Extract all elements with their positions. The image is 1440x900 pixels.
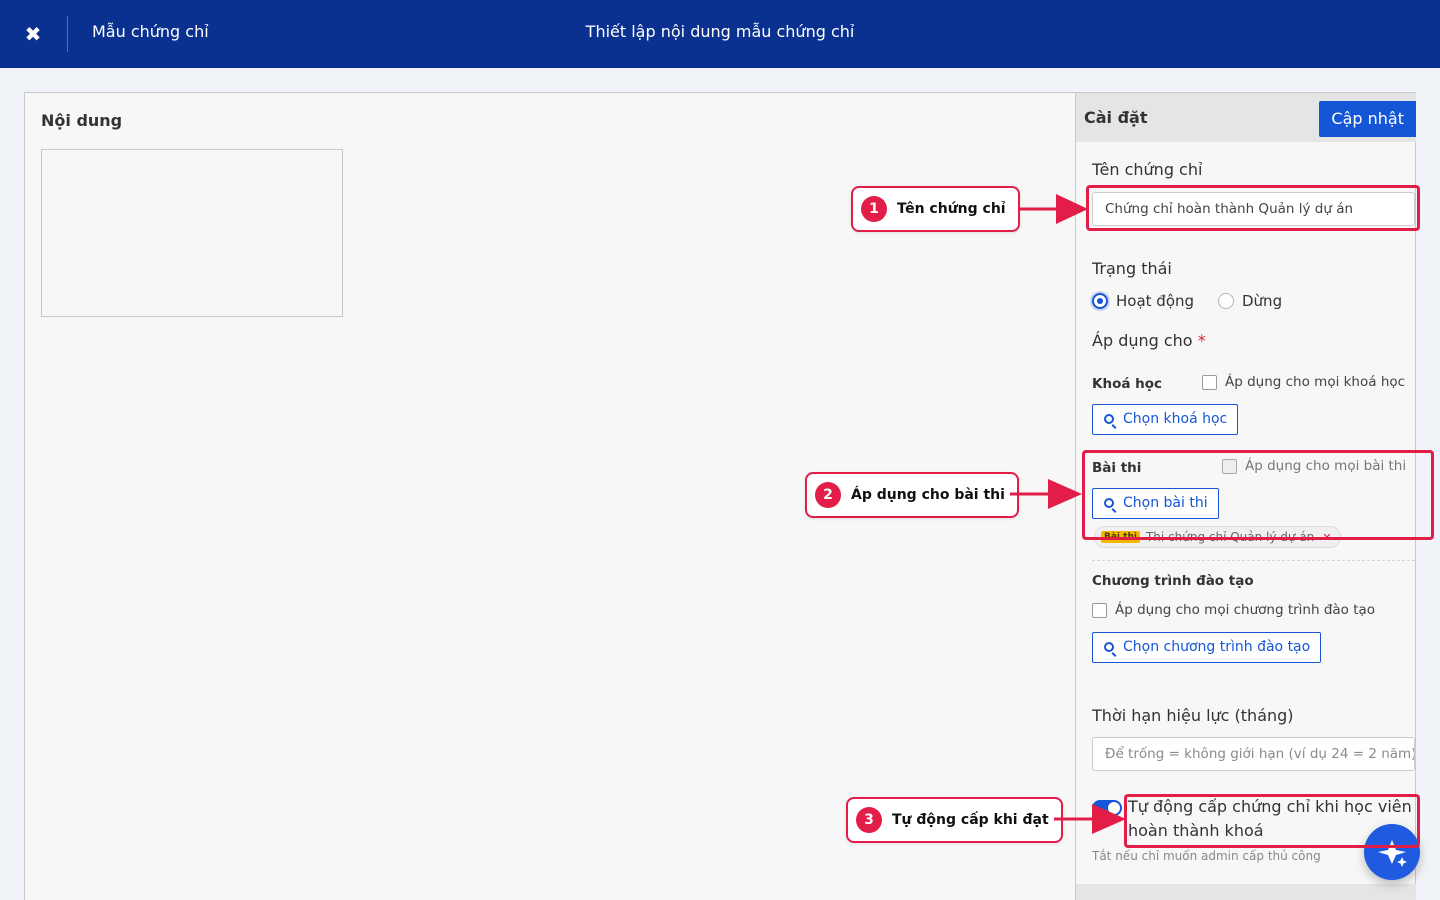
radio-checked-icon: [1092, 293, 1108, 309]
sparkle-icon: [1378, 840, 1407, 867]
course-label: Khoá học: [1092, 376, 1163, 392]
all-courses-label: Áp dụng cho mọi khoá học: [1225, 374, 1406, 390]
choose-exam-label: Chọn bài thi: [1123, 495, 1208, 511]
settings-title: Cài đặt: [1084, 108, 1148, 127]
close-icon[interactable]: ✖: [18, 19, 48, 49]
radio-unchecked-icon: [1218, 293, 1234, 309]
program-label: Chương trình đào tạo: [1092, 573, 1254, 589]
exam-label: Bài thi: [1092, 460, 1142, 476]
annotation-callout-3: 3 Tự động cấp khi đạt: [846, 797, 1063, 843]
auto-issue-hint: Tắt nếu chỉ muốn admin cấp thủ công: [1092, 849, 1321, 863]
checkbox-icon: [1202, 374, 1217, 390]
status-stopped-label: Dừng: [1242, 292, 1283, 310]
certificate-name-input[interactable]: Chứng chỉ hoàn thành Quản lý dự án: [1092, 192, 1415, 226]
top-bar: ✖ Mẫu chứng chỉ Thiết lập nội dung mẫu c…: [0, 0, 1440, 68]
status-stopped-radio[interactable]: Dừng: [1218, 292, 1282, 310]
choose-exam-button[interactable]: Chọn bài thi: [1092, 488, 1219, 519]
annotation-callout-2: 2 Áp dụng cho bài thi: [805, 472, 1019, 518]
selected-exam-chip: Bài thi Thi chứng chỉ Quản lý dự án ✕: [1094, 526, 1341, 548]
all-programs-checkbox[interactable]: Áp dụng cho mọi chương trình đào tạo: [1092, 602, 1375, 618]
selected-exam-name: Thi chứng chỉ Quản lý dự án: [1145, 530, 1315, 544]
auto-issue-toggle[interactable]: [1092, 800, 1122, 816]
topbar-divider: [67, 16, 68, 52]
choose-program-button[interactable]: Chọn chương trình đào tạo: [1092, 632, 1322, 663]
search-icon: [1104, 642, 1114, 652]
choose-course-label: Chọn khoá học: [1123, 411, 1228, 427]
assistant-fab[interactable]: [1364, 824, 1420, 880]
remove-icon[interactable]: ✕: [1322, 531, 1331, 544]
search-icon: [1104, 414, 1114, 424]
annotation-text-1: Tên chứng chỉ: [897, 201, 1006, 217]
annotation-number-1: 1: [861, 196, 887, 222]
checkbox-icon: [1092, 602, 1107, 618]
all-exams-label: Áp dụng cho mọi bài thi: [1245, 458, 1407, 474]
all-courses-checkbox[interactable]: Áp dụng cho mọi khoá học: [1202, 374, 1405, 390]
annotation-callout-1: 1 Tên chứng chỉ: [851, 186, 1020, 232]
exam-tag-badge: Bài thi: [1101, 531, 1140, 543]
section-divider: [1092, 560, 1415, 561]
validity-label: Thời hạn hiệu lực (tháng): [1092, 706, 1294, 725]
search-icon: [1104, 498, 1114, 508]
breadcrumb[interactable]: Mẫu chứng chỉ: [92, 22, 209, 41]
choose-program-label: Chọn chương trình đào tạo: [1123, 639, 1311, 655]
annotation-text-3: Tự động cấp khi đạt: [892, 812, 1049, 828]
certificate-name-label: Tên chứng chỉ: [1092, 160, 1203, 179]
status-label: Trạng thái: [1092, 259, 1172, 278]
checkbox-icon: [1222, 458, 1237, 474]
status-active-label: Hoạt động: [1116, 292, 1195, 310]
choose-course-button[interactable]: Chọn khoá học: [1092, 404, 1239, 435]
settings-header: Cài đặt Cập nhật: [1076, 92, 1416, 142]
panel-footer: [1076, 884, 1416, 900]
apply-for-label: Áp dụng cho *: [1092, 331, 1206, 350]
content-canvas[interactable]: [41, 149, 343, 317]
apply-for-text: Áp dụng cho: [1092, 331, 1193, 350]
all-exams-checkbox[interactable]: Áp dụng cho mọi bài thi: [1222, 458, 1406, 474]
validity-input[interactable]: Để trống = không giới hạn (ví dụ 24 = 2 …: [1092, 737, 1415, 771]
annotation-text-2: Áp dụng cho bài thi: [851, 487, 1005, 503]
required-mark: *: [1197, 331, 1206, 350]
annotation-number-2: 2: [815, 482, 841, 508]
editor-label: Nội dung: [41, 111, 123, 130]
annotation-number-3: 3: [856, 807, 882, 833]
page-title: Thiết lập nội dung mẫu chứng chỉ: [585, 22, 855, 41]
status-active-radio[interactable]: Hoạt động: [1092, 292, 1194, 310]
settings-panel: Cài đặt Cập nhật Tên chứng chỉ Chứng chỉ…: [1075, 92, 1416, 900]
all-programs-label: Áp dụng cho mọi chương trình đào tạo: [1115, 602, 1376, 618]
update-button[interactable]: Cập nhật: [1319, 101, 1416, 137]
